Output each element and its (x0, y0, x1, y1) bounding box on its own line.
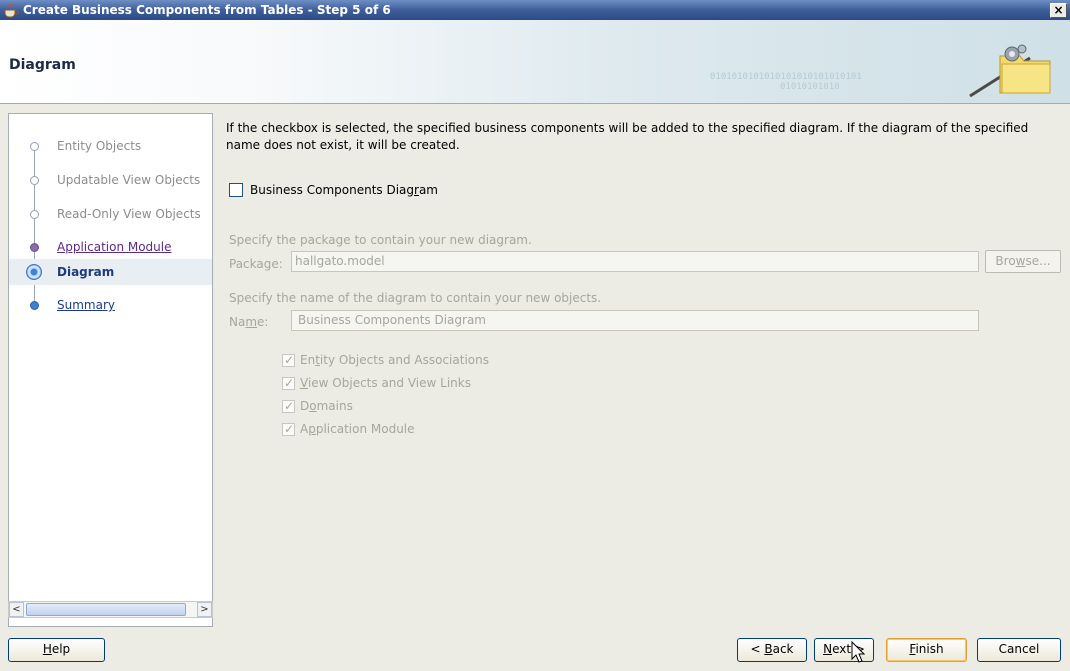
coffee-cup-icon (4, 3, 19, 18)
window-title: Create Business Components from Tables -… (23, 3, 391, 17)
package-label: Package: (229, 257, 283, 271)
step-description: If the checkbox is selected, the specifi… (226, 121, 1029, 152)
diagram-name-field[interactable]: Business Components Diagram (291, 310, 979, 331)
step-dot-icon (30, 175, 39, 185)
nav-item-summary[interactable]: Summary (9, 292, 212, 318)
nav-item-application-module[interactable]: Application Module (9, 234, 212, 260)
checkbox-box[interactable] (282, 353, 295, 367)
nav-item-entity-objects[interactable]: Entity Objects (9, 133, 212, 159)
title-bar[interactable]: Create Business Components from Tables -… (0, 0, 1070, 20)
checkbox-label: Business Components Diagram (250, 183, 438, 197)
scroll-right-arrow-icon[interactable]: > (197, 602, 212, 617)
finish-button[interactable]: Finish (886, 638, 967, 662)
name-hint: Specify the name of the diagram to conta… (229, 291, 602, 305)
checkbox-box[interactable] (282, 399, 295, 413)
nav-item-diagram[interactable]: Diagram (9, 259, 212, 285)
step-dot-icon (30, 141, 39, 151)
checkbox-box[interactable] (229, 183, 243, 197)
nav-horizontal-scrollbar[interactable]: < > (8, 601, 213, 618)
application-module-option[interactable]: Application Module (282, 422, 415, 436)
step-dot-icon (30, 300, 39, 310)
scrollbar-track[interactable] (24, 602, 197, 617)
page-title: Diagram (9, 57, 76, 73)
step-dot-icon (30, 242, 39, 252)
banner-binary-text: 0101010101010101010101010101 01010101010 (710, 72, 862, 92)
back-button[interactable]: < Back (737, 638, 807, 662)
close-button[interactable]: × (1050, 2, 1067, 18)
scrollbar-thumb[interactable] (26, 603, 186, 616)
current-step-icon (26, 264, 42, 280)
help-button[interactable]: Help (8, 638, 105, 662)
package-hint: Specify the package to contain your new … (229, 233, 532, 247)
name-label: Name: (229, 315, 269, 329)
step-dot-icon (30, 209, 39, 219)
header-banner: Diagram 0101010101010101010101010101 0101… (0, 20, 1070, 104)
package-field[interactable]: hallgato.model (291, 251, 979, 272)
browse-button[interactable]: Browse... (985, 250, 1061, 273)
checkbox-box[interactable] (282, 422, 295, 436)
scroll-left-arrow-icon[interactable]: < (9, 602, 24, 617)
domains-option[interactable]: Domains (282, 399, 353, 413)
wizard-window: Create Business Components from Tables -… (0, 0, 1070, 671)
cancel-button[interactable]: Cancel (977, 638, 1061, 662)
nav-item-updatable-view-objects[interactable]: Updatable View Objects (9, 167, 212, 193)
folder-gear-icon (969, 44, 1051, 98)
entity-objects-option[interactable]: Entity Objects and Associations (282, 353, 489, 367)
wizard-steps-nav: Entity Objects Updatable View Objects Re… (8, 113, 213, 627)
step-content: If the checkbox is selected, the specifi… (218, 113, 1068, 627)
next-button[interactable]: Next > (814, 638, 874, 662)
checkbox-box[interactable] (282, 376, 295, 390)
business-components-diagram-checkbox[interactable]: Business Components Diagram (229, 183, 438, 197)
nav-item-read-only-view-objects[interactable]: Read-Only View Objects (9, 201, 212, 227)
view-objects-option[interactable]: View Objects and View Links (282, 376, 471, 390)
